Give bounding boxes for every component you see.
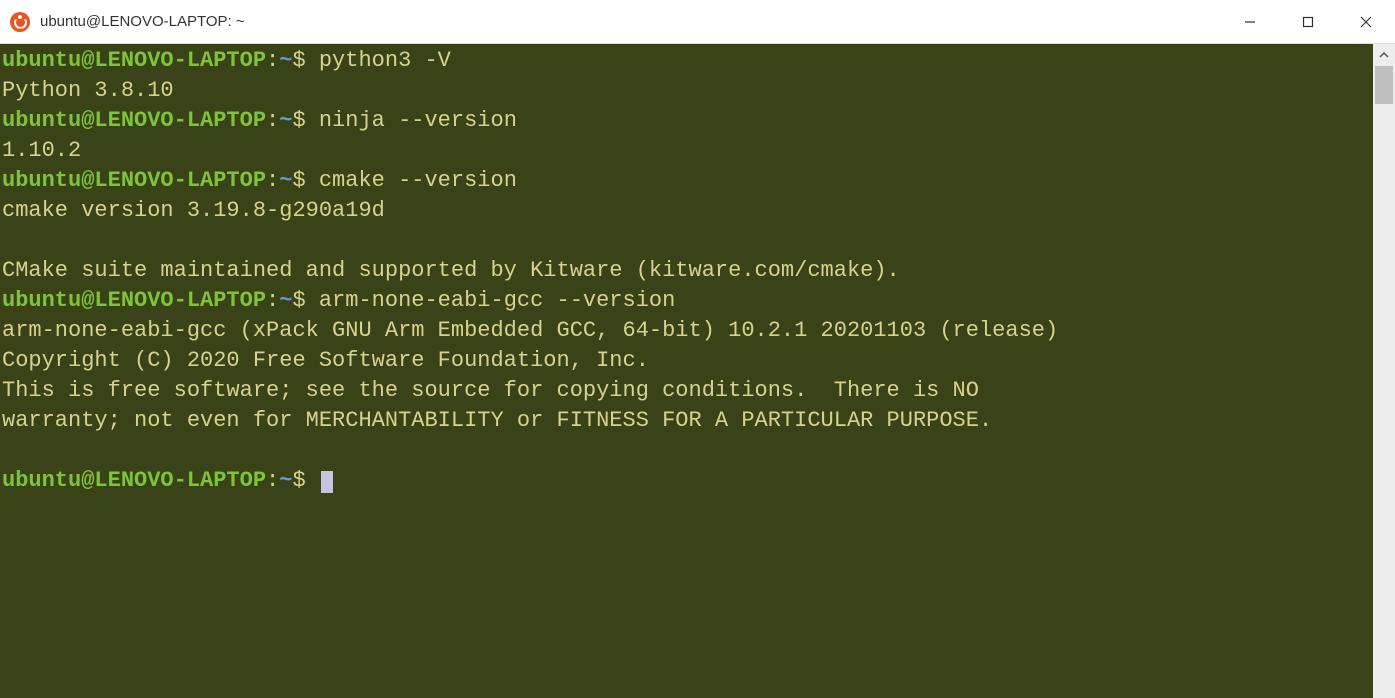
terminal-line: ubuntu@LENOVO-LAPTOP:~$ arm-none-eabi-gc… (2, 286, 1373, 316)
prompt-user-host: ubuntu@LENOVO-LAPTOP (2, 168, 266, 193)
prompt-path: ~ (279, 48, 292, 73)
command-text: arm-none-eabi-gcc --version (319, 288, 675, 313)
prompt-path: ~ (279, 108, 292, 133)
titlebar: ubuntu@LENOVO-LAPTOP: ~ (0, 0, 1395, 44)
output-line: This is free software; see the source fo… (2, 376, 1373, 406)
prompt-dollar: $ (292, 108, 305, 133)
window-controls (1221, 0, 1395, 43)
maximize-button[interactable] (1279, 0, 1337, 43)
output-line: 1.10.2 (2, 136, 1373, 166)
window-title: ubuntu@LENOVO-LAPTOP: ~ (40, 13, 1221, 30)
scroll-thumb[interactable] (1375, 66, 1393, 104)
output-line: Copyright (C) 2020 Free Software Foundat… (2, 346, 1373, 376)
close-button[interactable] (1337, 0, 1395, 43)
cursor (321, 471, 333, 493)
minimize-button[interactable] (1221, 0, 1279, 43)
minimize-icon (1244, 16, 1256, 28)
prompt-dollar: $ (292, 468, 305, 493)
output-line: Python 3.8.10 (2, 76, 1373, 106)
scrollbar[interactable] (1373, 44, 1395, 698)
terminal-line: ubuntu@LENOVO-LAPTOP:~$ ninja --version (2, 106, 1373, 136)
scroll-up-button[interactable] (1373, 44, 1395, 66)
prompt-user-host: ubuntu@LENOVO-LAPTOP (2, 48, 266, 73)
command-text: python3 -V (319, 48, 451, 73)
close-icon (1360, 16, 1372, 28)
prompt-colon: : (266, 168, 279, 193)
prompt-path: ~ (279, 288, 292, 313)
prompt-dollar: $ (292, 168, 305, 193)
output-line: warranty; not even for MERCHANTABILITY o… (2, 406, 1373, 436)
command-text: ninja --version (319, 108, 517, 133)
chevron-up-icon (1379, 52, 1389, 58)
prompt-dollar: $ (292, 288, 305, 313)
prompt-user-host: ubuntu@LENOVO-LAPTOP (2, 468, 266, 493)
output-line: cmake version 3.19.8-g290a19d (2, 196, 1373, 226)
terminal-wrapper: ubuntu@LENOVO-LAPTOP:~$ python3 -VPython… (0, 44, 1395, 698)
prompt-colon: : (266, 288, 279, 313)
prompt-path: ~ (279, 168, 292, 193)
ubuntu-icon (10, 12, 30, 32)
prompt-path: ~ (279, 468, 292, 493)
prompt-dollar: $ (292, 48, 305, 73)
output-line: arm-none-eabi-gcc (xPack GNU Arm Embedde… (2, 316, 1373, 346)
prompt-colon: : (266, 48, 279, 73)
terminal-line: ubuntu@LENOVO-LAPTOP:~$ (2, 466, 1373, 496)
output-line (2, 226, 1373, 256)
terminal-line: ubuntu@LENOVO-LAPTOP:~$ python3 -V (2, 46, 1373, 76)
terminal-line: ubuntu@LENOVO-LAPTOP:~$ cmake --version (2, 166, 1373, 196)
prompt-user-host: ubuntu@LENOVO-LAPTOP (2, 288, 266, 313)
output-line: CMake suite maintained and supported by … (2, 256, 1373, 286)
command-text: cmake --version (319, 168, 517, 193)
prompt-colon: : (266, 108, 279, 133)
terminal[interactable]: ubuntu@LENOVO-LAPTOP:~$ python3 -VPython… (0, 44, 1373, 698)
output-line (2, 436, 1373, 466)
maximize-icon (1302, 16, 1314, 28)
prompt-colon: : (266, 468, 279, 493)
prompt-user-host: ubuntu@LENOVO-LAPTOP (2, 108, 266, 133)
